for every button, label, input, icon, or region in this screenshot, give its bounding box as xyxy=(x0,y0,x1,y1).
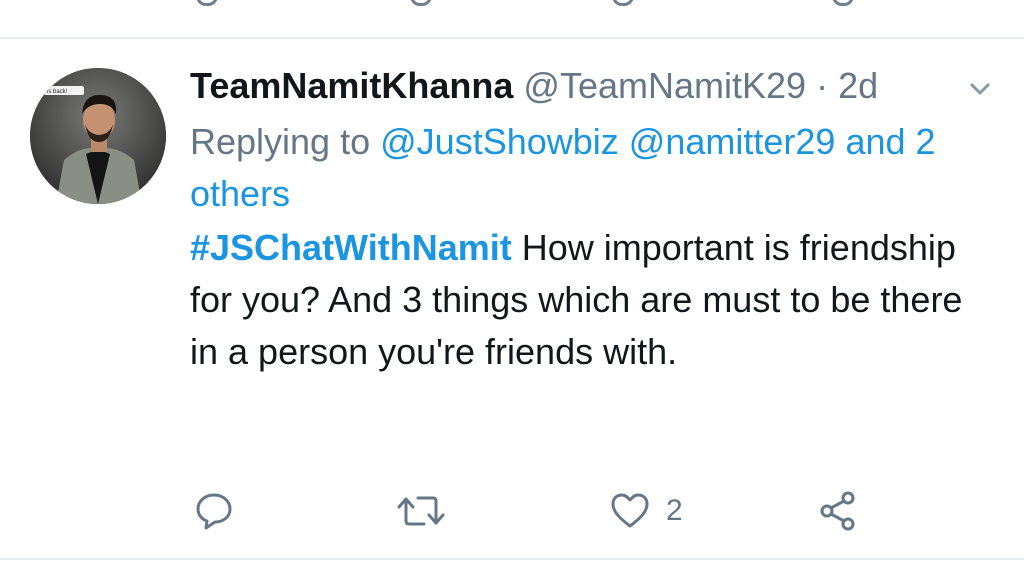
share-icon xyxy=(820,491,855,531)
svg-text:is back!: is back! xyxy=(47,89,68,95)
heart-icon[interactable] xyxy=(612,0,634,6)
separator-dot: · xyxy=(816,65,829,106)
retweet-icon xyxy=(397,496,445,526)
replying-and[interactable]: and xyxy=(845,121,905,162)
like-button[interactable]: 2 xyxy=(608,486,683,536)
replying-prefix: Replying to xyxy=(190,121,371,162)
bottom-divider xyxy=(0,558,1024,560)
avatar[interactable]: is back! xyxy=(30,68,166,204)
author-handle[interactable]: @TeamNamitK29 xyxy=(523,65,806,106)
top-divider xyxy=(0,37,1024,39)
mention-link[interactable]: @JustShowbiz xyxy=(380,121,619,162)
share-button[interactable] xyxy=(816,486,860,536)
retweet-button[interactable] xyxy=(396,486,446,536)
reply-icon xyxy=(196,493,232,530)
share-icon[interactable] xyxy=(832,0,854,6)
timestamp[interactable]: 2d xyxy=(838,65,878,106)
avatar-photo: is back! xyxy=(30,68,166,204)
hashtag-link[interactable]: #JSChatWithNamit xyxy=(190,227,512,268)
chevron-down-icon[interactable] xyxy=(966,78,994,100)
reply-button[interactable] xyxy=(192,486,236,536)
tweet-card[interactable]: is back! TeamNamitKhanna @TeamNamitK29 ·… xyxy=(0,40,1024,558)
heart-icon xyxy=(611,493,649,528)
reply-icon[interactable] xyxy=(196,0,218,6)
replying-to-line: Replying to @JustShowbiz @namitter29 and… xyxy=(190,116,990,220)
retweet-icon[interactable] xyxy=(410,0,432,6)
tweet-header: TeamNamitKhanna @TeamNamitK29 · 2d xyxy=(190,64,878,108)
author-name[interactable]: TeamNamitKhanna xyxy=(190,65,513,106)
previous-tweet-actions-fragment xyxy=(0,0,1024,10)
tweet-actions: 2 xyxy=(190,486,890,536)
tweet-text: #JSChatWithNamit How important is friend… xyxy=(190,222,980,378)
like-count: 2 xyxy=(666,494,683,527)
mention-link[interactable]: @namitter29 xyxy=(629,121,836,162)
